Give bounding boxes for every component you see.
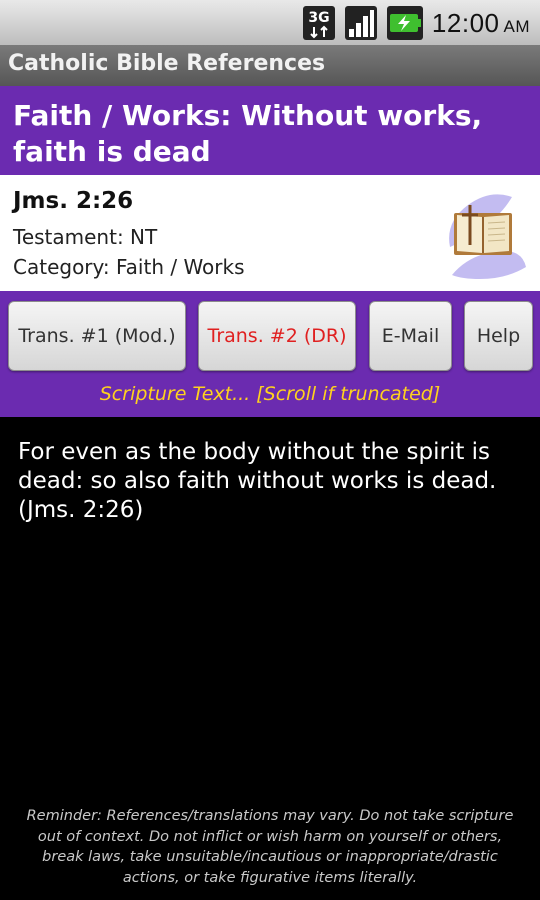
entry-heading-bar: Faith / Works: Without works, faith is d… xyxy=(0,86,540,175)
scroll-hint: Scripture Text... [Scroll if truncated] xyxy=(99,383,441,405)
scripture-reference: Jms. 2:26 xyxy=(13,188,134,214)
clock-time: 12:00 xyxy=(431,7,500,38)
scripture-text[interactable]: For even as the body without the spirit … xyxy=(18,438,523,525)
open-bible-icon xyxy=(449,194,526,279)
translation-2-button[interactable]: Trans. #2 (DR) xyxy=(198,301,356,371)
network-type-label: 3G xyxy=(308,10,329,26)
entry-heading: Faith / Works: Without works, faith is d… xyxy=(13,99,483,168)
category-label: Category: Faith / Works xyxy=(13,255,245,279)
app-title: Catholic Bible References xyxy=(8,51,326,76)
battery-charging-icon xyxy=(386,6,423,40)
translation-button-bar: Trans. #1 (Mod.) Trans. #2 (DR) E-Mail H… xyxy=(0,291,540,417)
status-bar: 3G 12:00 AM xyxy=(0,0,540,45)
signal-strength-icon xyxy=(344,6,377,40)
status-icons: 3G 12:00 AM xyxy=(302,4,530,42)
help-button[interactable]: Help xyxy=(464,301,533,371)
app-title-bar: Catholic Bible References xyxy=(0,45,540,87)
testament-label: Testament: NT xyxy=(13,225,158,249)
network-3g-icon: 3G xyxy=(302,6,335,40)
clock-ampm: AM xyxy=(503,16,530,36)
reminder-disclaimer: Reminder: References/translations may va… xyxy=(26,808,514,886)
email-button[interactable]: E-Mail xyxy=(369,301,452,371)
status-clock: 12:00 AM xyxy=(432,8,530,39)
translation-1-button[interactable]: Trans. #1 (Mod.) xyxy=(8,301,186,371)
entry-info-panel: Jms. 2:26 Testament: NT Category: Faith … xyxy=(0,175,540,291)
